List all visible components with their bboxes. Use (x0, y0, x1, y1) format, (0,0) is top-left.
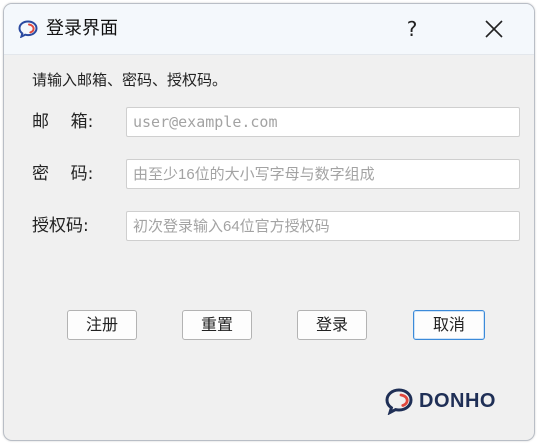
close-icon (474, 20, 514, 50)
help-button[interactable]: ? (394, 12, 430, 46)
login-dialog: 登录界面 ? 请输入邮箱、密码、授权码。 邮 箱: 密 码: 授权码: 注册 重… (3, 3, 535, 441)
login-button[interactable]: 登录 (297, 310, 367, 340)
cancel-button[interactable]: 取消 (413, 310, 485, 340)
password-label: 密 码: (32, 164, 94, 184)
register-button[interactable]: 注册 (67, 310, 137, 340)
email-input[interactable] (126, 107, 520, 137)
brand-name: DONHO (419, 390, 496, 412)
close-button[interactable] (474, 12, 514, 46)
email-label: 邮 箱: (32, 112, 94, 132)
donho-logo-icon (384, 387, 416, 416)
window-title: 登录界面 (46, 18, 118, 39)
auth-code-input[interactable] (126, 211, 520, 241)
instruction-text: 请输入邮箱、密码、授权码。 (32, 71, 228, 89)
reset-button[interactable]: 重置 (182, 310, 252, 340)
chat-bubble-icon (18, 20, 38, 39)
title-bar[interactable]: 登录界面 ? (4, 4, 534, 55)
auth-code-label: 授权码: (32, 216, 89, 236)
password-input[interactable] (126, 159, 520, 189)
